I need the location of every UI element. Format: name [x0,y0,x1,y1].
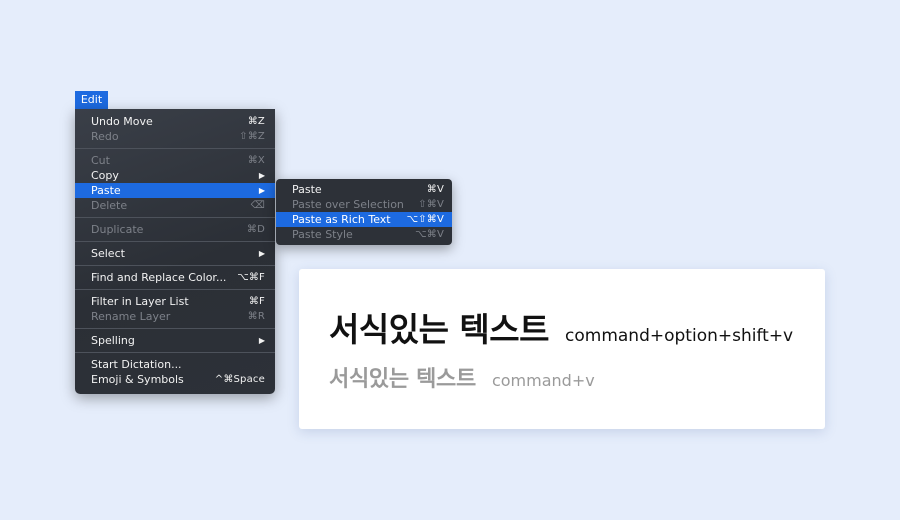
menu-item-label: Redo [91,130,119,143]
menu-item-shortcut: ⌥⌘V [415,229,444,240]
menu-item-shortcut: ^⌘Space [214,374,265,385]
menu-item-shortcut: ⌥⇧⌘V [406,214,444,225]
menu-item-find-replace-color[interactable]: Find and Replace Color... ⌥⌘F [75,270,275,285]
menu-item-rename-layer[interactable]: Rename Layer ⌘R [75,309,275,324]
menu-item-shortcut: ⌘R [247,311,265,322]
menu-item-shortcut: ⌘X [247,155,265,166]
submenu-item-paste[interactable]: Paste ⌘V [276,182,452,197]
menu-item-undo-move[interactable]: Undo Move ⌘Z [75,114,275,129]
menu-item-label: Start Dictation... [91,358,182,371]
menu-separator [75,352,275,353]
delete-key-icon: ⌫ [250,200,265,211]
menu-item-label: Paste as Rich Text [292,213,391,226]
edit-menu: Undo Move ⌘Z Redo ⇧⌘Z Cut ⌘X Copy ▶ Past… [75,109,275,394]
rich-text-korean: 서식있는 텍스트 [329,310,550,349]
menu-item-label: Cut [91,154,110,167]
rich-text-example: 서식있는 텍스트 command+option+shift+v [329,303,793,351]
menu-item-shortcut: ⌘V [426,184,444,195]
menu-item-label: Rename Layer [91,310,171,323]
menu-item-start-dictation[interactable]: Start Dictation... [75,357,275,372]
menu-separator [75,328,275,329]
menu-item-label: Paste over Selection [292,198,404,211]
menu-item-label: Filter in Layer List [91,295,189,308]
menu-item-label: Find and Replace Color... [91,271,227,284]
menu-item-label: Paste [292,183,322,196]
submenu-item-paste-style[interactable]: Paste Style ⌥⌘V [276,227,452,242]
plain-text-shortcut: command+v [491,371,595,390]
menu-item-spelling[interactable]: Spelling ▶ [75,333,275,348]
menu-item-filter-layer-list[interactable]: Filter in Layer List ⌘F [75,294,275,309]
menu-separator [75,241,275,242]
menu-item-label: Emoji & Symbols [91,373,184,386]
menu-item-emoji-symbols[interactable]: Emoji & Symbols ^⌘Space [75,372,275,387]
menu-item-delete[interactable]: Delete ⌫ [75,198,275,213]
menu-item-select[interactable]: Select ▶ [75,246,275,261]
menu-item-label: Spelling [91,334,135,347]
menu-item-cut[interactable]: Cut ⌘X [75,153,275,168]
menu-item-label: Select [91,247,125,260]
menu-item-shortcut: ⌘D [246,224,265,235]
menu-item-redo[interactable]: Redo ⇧⌘Z [75,129,275,144]
menu-separator [75,289,275,290]
menu-item-shortcut: ⌥⌘F [237,272,265,283]
menu-item-label: Paste [91,184,121,197]
example-card: 서식있는 텍스트 command+option+shift+v 서식있는 텍스트… [299,269,825,429]
submenu-arrow-icon: ▶ [258,171,265,180]
menu-separator [75,148,275,149]
submenu-item-paste-over-selection[interactable]: Paste over Selection ⇧⌘V [276,197,452,212]
submenu-arrow-icon: ▶ [258,249,265,258]
menu-separator [75,265,275,266]
menu-item-copy[interactable]: Copy ▶ [75,168,275,183]
menu-item-shortcut: ⌘Z [247,116,265,127]
menu-item-shortcut: ⇧⌘V [418,199,444,210]
menu-separator [75,217,275,218]
plain-text-korean: 서식있는 텍스트 [329,367,476,392]
submenu-arrow-icon: ▶ [258,186,265,195]
menu-item-label: Copy [91,169,119,182]
menu-item-shortcut: ⇧⌘Z [239,131,265,142]
menu-item-shortcut: ⌘F [248,296,265,307]
menu-item-duplicate[interactable]: Duplicate ⌘D [75,222,275,237]
paste-submenu: Paste ⌘V Paste over Selection ⇧⌘V Paste … [276,179,452,245]
plain-text-example: 서식있는 텍스트 command+v [329,361,595,393]
edit-menu-title[interactable]: Edit [75,91,108,109]
menu-item-label: Delete [91,199,128,212]
menu-item-paste[interactable]: Paste ▶ [75,183,275,198]
submenu-arrow-icon: ▶ [258,336,265,345]
menu-item-label: Duplicate [91,223,144,236]
menu-item-label: Undo Move [91,115,153,128]
submenu-item-paste-as-rich-text[interactable]: Paste as Rich Text ⌥⇧⌘V [276,212,452,227]
menu-item-label: Paste Style [292,228,353,241]
rich-text-shortcut: command+option+shift+v [565,326,794,346]
